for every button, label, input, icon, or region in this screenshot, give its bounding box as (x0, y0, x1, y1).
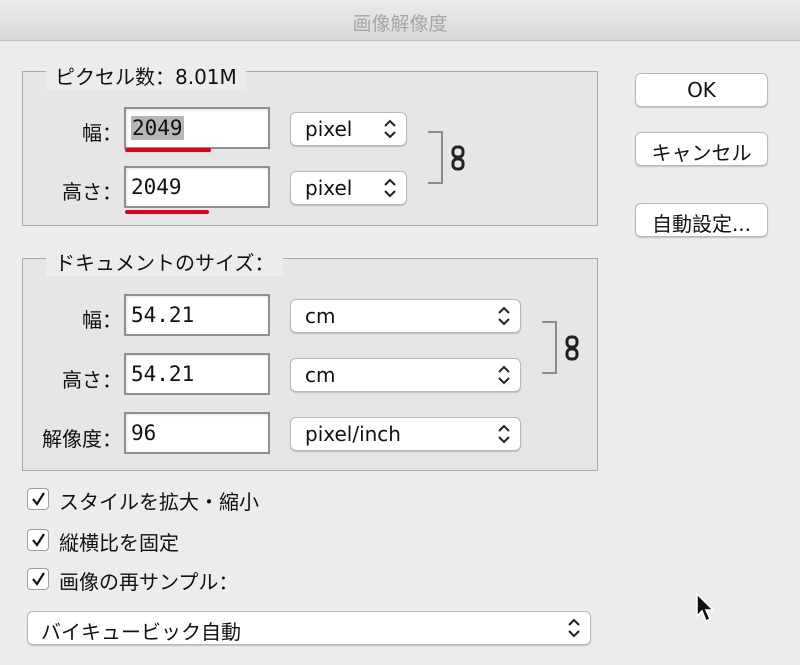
scale-styles-checkbox[interactable] (27, 488, 49, 510)
resample-method-select[interactable]: バイキュービック自動 (27, 611, 591, 645)
resample-checkbox[interactable] (27, 568, 49, 590)
resolution-value: 96 (131, 421, 157, 445)
doc-constrain-bracket (542, 321, 557, 374)
pixel-height-unit: pixel (305, 176, 353, 200)
chevron-updown-icon (498, 424, 510, 444)
chevron-updown-icon (384, 178, 396, 198)
chevron-updown-icon (498, 365, 510, 385)
resample-label[interactable]: 画像の再サンプル： (59, 566, 238, 595)
constrain-proportions-checkbox[interactable] (27, 529, 49, 551)
checkmark-icon (32, 492, 45, 506)
resample-method-value: バイキュービック自動 (41, 620, 241, 644)
pixel-height-value: 2049 (131, 175, 182, 199)
pixel-height-label: 高さ： (62, 180, 122, 204)
cancel-button[interactable]: キャンセル (635, 132, 768, 166)
resolution-input[interactable]: 96 (124, 412, 270, 454)
image-size-dialog: 画像解像度 ピクセル数：8.01M 幅： 2049 pixel 高さ： 2049… (0, 0, 800, 665)
chain-link-icon[interactable] (565, 335, 579, 361)
pixel-height-input[interactable]: 2049 (124, 166, 270, 208)
pixel-height-annotation-underline (125, 210, 209, 214)
pixel-dimensions-legend: ピクセル数：8.01M (46, 61, 246, 90)
pixel-width-unit-select[interactable]: pixel (290, 112, 407, 146)
pixel-width-unit: pixel (305, 117, 353, 141)
chevron-updown-icon (384, 119, 396, 139)
doc-height-unit-select[interactable]: cm (290, 358, 521, 392)
doc-height-value: 54.21 (131, 362, 195, 386)
document-size-legend: ドキュメントのサイズ： (46, 247, 284, 276)
doc-width-label: 幅： (82, 308, 122, 332)
doc-width-value: 54.21 (131, 303, 195, 327)
pixel-width-annotation-underline (125, 148, 211, 152)
doc-width-unit-select[interactable]: cm (290, 299, 521, 333)
doc-width-unit: cm (305, 304, 336, 328)
chain-link-icon[interactable] (451, 145, 465, 171)
ok-button[interactable]: OK (635, 73, 768, 107)
auto-button[interactable]: 自動設定... (635, 203, 768, 237)
chevron-updown-icon (498, 306, 510, 326)
constrain-proportions-label[interactable]: 縦横比を固定 (59, 527, 179, 556)
pixel-width-input[interactable]: 2049 (124, 107, 270, 149)
doc-width-input[interactable]: 54.21 (124, 294, 270, 336)
doc-height-label: 高さ： (62, 368, 122, 392)
scale-styles-label[interactable]: スタイルを拡大・縮小 (59, 486, 259, 515)
pixel-height-unit-select[interactable]: pixel (290, 171, 407, 205)
resolution-label: 解像度： (42, 427, 122, 451)
doc-height-unit: cm (305, 363, 336, 387)
title-bar[interactable]: 画像解像度 (0, 0, 800, 41)
pixel-constrain-bracket (428, 131, 443, 184)
dialog-title: 画像解像度 (352, 13, 448, 35)
pixel-width-label: 幅： (82, 121, 122, 145)
pixel-width-value: 2049 (131, 116, 184, 140)
checkmark-icon (32, 533, 45, 547)
chevron-updown-icon (568, 618, 580, 638)
resolution-unit: pixel/inch (305, 422, 401, 446)
mouse-pointer-icon (696, 592, 715, 623)
doc-height-input[interactable]: 54.21 (124, 353, 270, 395)
checkmark-icon (32, 572, 45, 586)
resolution-unit-select[interactable]: pixel/inch (290, 417, 521, 451)
